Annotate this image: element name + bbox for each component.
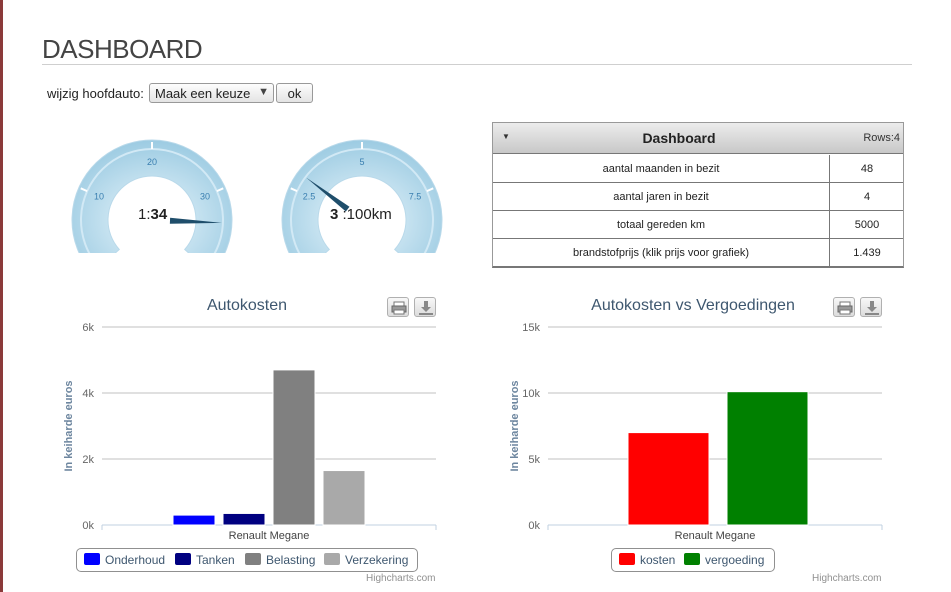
- y-tick-label: 4k: [82, 388, 94, 400]
- chart-credits[interactable]: Highcharts.com: [366, 573, 435, 584]
- y-tick-label: 0k: [528, 520, 540, 532]
- car-select-label: wijzig hoofdauto:: [47, 86, 144, 101]
- page-title: DASHBOARD: [42, 34, 203, 64]
- y-axis-label: In keiharde euros: [509, 380, 521, 471]
- per100km-gauge: 02.557.510 3 :100km: [280, 138, 444, 253]
- legend-label: Belasting: [266, 553, 316, 567]
- print-icon: [391, 301, 407, 315]
- bar-tanken: [222, 512, 266, 526]
- table-cell-value: 4: [863, 191, 871, 203]
- legend-item-kosten[interactable]: kosten: [619, 553, 675, 567]
- main-car-select[interactable]: Maak een keuze ▼: [149, 83, 274, 103]
- legend-item-verzekering[interactable]: Verzekering: [324, 553, 408, 567]
- bar-belasting: [272, 369, 316, 526]
- legend-swatch: [619, 553, 635, 565]
- bar-verzekering: [322, 470, 366, 526]
- consumption-gauge-readout: 1:34: [138, 206, 167, 223]
- window-left-border: [0, 0, 3, 592]
- per100km-gauge-readout-suffix: :100km: [338, 206, 392, 223]
- dashboard-table-title: Dashboard: [642, 130, 716, 146]
- main-car-select-value: Maak een keuze: [155, 86, 251, 101]
- y-tick-label: 2k: [82, 454, 94, 466]
- x-category-label: Renault Megane: [675, 530, 756, 542]
- print-icon: [837, 301, 853, 315]
- print-button[interactable]: [833, 297, 855, 317]
- table-row: aantal jaren in bezit 4: [493, 183, 903, 211]
- x-category-label: Renault Megane: [229, 530, 310, 542]
- download-button[interactable]: [860, 297, 882, 317]
- legend-item-vergoeding[interactable]: vergoeding: [684, 553, 764, 567]
- consumption-gauge-readout-value: 34: [150, 206, 168, 223]
- download-icon: [419, 301, 433, 315]
- table-cell-value: 48: [860, 163, 874, 175]
- table-row: aantal maanden in bezit 48: [493, 155, 903, 183]
- y-axis-label: In keiharde euros: [63, 380, 75, 471]
- table-cell-label[interactable]: brandstofprijs (klik prijs voor grafiek): [493, 239, 830, 267]
- per100km-gauge-dial: 02.557.510: [281, 139, 443, 253]
- table-row: totaal gereden km 5000: [493, 211, 903, 239]
- legend-label: Tanken: [196, 553, 235, 567]
- legend-item-onderhoud[interactable]: Onderhoud: [84, 553, 165, 567]
- table-cell-value[interactable]: 1.439: [831, 239, 903, 267]
- y-tick-label: 5k: [528, 454, 540, 466]
- per100km-gauge-readout: 3 :100km: [330, 206, 392, 223]
- legend-label: kosten: [640, 553, 676, 567]
- legend-label: Verzekering: [345, 553, 409, 567]
- chart-credits[interactable]: Highcharts.com: [812, 573, 881, 584]
- legend-swatch: [324, 553, 340, 565]
- table-cell-label: aantal maanden in bezit: [493, 155, 830, 183]
- consumption-gauge-readout-prefix: 1:: [138, 206, 151, 223]
- legend-swatch: [684, 553, 700, 565]
- legend-swatch: [245, 553, 261, 565]
- autokosten-chart: Autokosten 0k 2k 4k 6k In keiharde euros Rena…: [40, 290, 450, 590]
- print-button[interactable]: [387, 297, 409, 317]
- ok-button[interactable]: ok: [276, 83, 313, 103]
- gauge-tick-label: 20: [147, 157, 157, 167]
- bar-vergoeding: [726, 391, 809, 526]
- consumption-gauge: 010203040 1:34: [70, 138, 234, 253]
- download-button[interactable]: [414, 297, 436, 317]
- gauge-tick-label: 5: [359, 157, 364, 167]
- table-cell-label: aantal jaren in bezit: [493, 183, 830, 211]
- legend-item-belasting[interactable]: Belasting: [245, 553, 315, 567]
- gauge-tick-label: 7.5: [409, 191, 422, 201]
- table-cell-value: 5000: [854, 219, 880, 231]
- legend-label: Onderhoud: [105, 553, 166, 567]
- table-cell-label: totaal gereden km: [493, 211, 830, 239]
- autokosten-vs-vergoedingen-plot: 0k 5k 10k 15k In keiharde euros Renault Megan…: [509, 322, 883, 542]
- gauge-tick-label: 30: [200, 191, 210, 201]
- chart-legend: kosten vergoeding: [611, 548, 775, 572]
- dashboard-table-header[interactable]: ▼ Dashboard Rows:4: [493, 123, 903, 154]
- legend-swatch: [84, 553, 100, 565]
- y-tick-label: 6k: [82, 322, 94, 334]
- y-tick-label: 0k: [82, 520, 94, 532]
- legend-item-tanken[interactable]: Tanken: [175, 553, 235, 567]
- dashboard-table-row-count: Rows:4: [863, 132, 900, 144]
- y-tick-label: 15k: [522, 322, 540, 334]
- bar-kosten: [627, 432, 710, 526]
- gauge-tick-label: 2.5: [303, 191, 316, 201]
- download-icon: [865, 301, 879, 315]
- dashboard-table: ▼ Dashboard Rows:4 aantal maanden in bez…: [492, 122, 904, 268]
- dropdown-arrow-icon: ▼: [258, 86, 269, 98]
- legend-label: vergoeding: [705, 553, 765, 567]
- title-divider: [42, 64, 912, 65]
- autokosten-plot: 0k 2k 4k 6k In keiharde euros Renault Megane: [63, 322, 437, 542]
- consumption-gauge-dial: 010203040: [71, 139, 233, 253]
- y-tick-label: 10k: [522, 388, 540, 400]
- chart-legend: Onderhoud Tanken Belasting Verzekering: [76, 548, 418, 572]
- bar-onderhoud: [172, 514, 216, 526]
- table-row[interactable]: brandstofprijs (klik prijs voor grafiek)…: [493, 239, 903, 267]
- gauge-tick-label: 10: [94, 191, 104, 201]
- legend-swatch: [175, 553, 191, 565]
- autokosten-vs-vergoedingen-chart: Autokosten vs Vergoedingen 0k 5k 10k 15k In …: [486, 290, 896, 590]
